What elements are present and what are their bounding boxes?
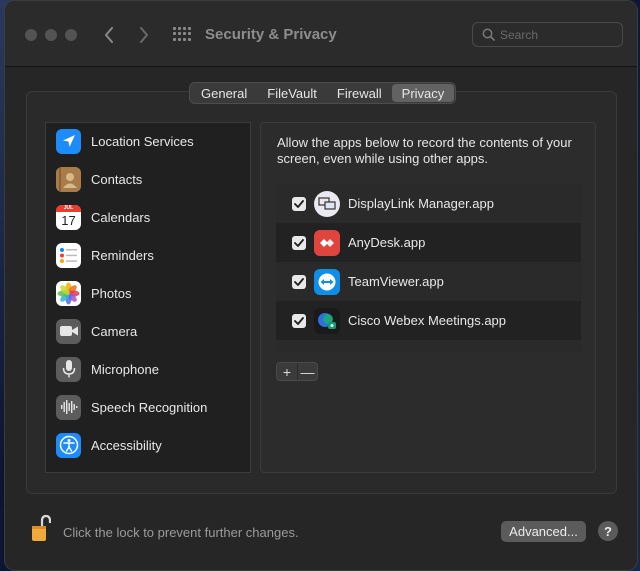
checkmark-icon [294, 199, 304, 208]
displaylink-icon [314, 190, 340, 217]
show-all-grid-icon[interactable] [173, 27, 191, 42]
titlebar: Security & Privacy [5, 1, 637, 67]
location-icon [56, 128, 81, 154]
sidebar-item-accessibility[interactable]: Accessibility [56, 429, 246, 461]
search-input[interactable] [500, 26, 618, 44]
forward-button[interactable] [133, 23, 155, 47]
screen-recording-panel: Allow the apps below to record the conte… [260, 122, 596, 473]
sidebar-item-label: Speech Recognition [91, 399, 208, 415]
checkbox-displaylink[interactable] [292, 196, 306, 211]
accessibility-icon [56, 432, 81, 458]
sidebar-item-contacts[interactable]: Contacts [56, 163, 246, 195]
search-field[interactable] [472, 22, 623, 47]
add-remove-group: + — [276, 362, 318, 381]
speech-recognition-icon [56, 394, 81, 420]
unlocked-lock-icon [32, 514, 52, 541]
tab-bar: General FileVault Firewall Privacy [189, 82, 457, 104]
add-app-button[interactable]: + [277, 363, 297, 380]
search-icon [482, 28, 495, 41]
microphone-icon [56, 356, 81, 382]
checkbox-webex[interactable] [292, 313, 306, 328]
app-name: Cisco Webex Meetings.app [348, 313, 507, 328]
remove-app-button[interactable]: — [297, 363, 317, 380]
sidebar-item-reminders[interactable]: Reminders [56, 239, 246, 271]
lock-status-text: Click the lock to prevent further change… [63, 525, 299, 540]
checkmark-icon [294, 277, 304, 286]
app-row-teamviewer: TeamViewer.app [276, 262, 581, 301]
sidebar-item-label: Accessibility [91, 437, 162, 453]
app-row-displaylink: DisplayLink Manager.app [276, 184, 581, 223]
lock-button[interactable] [31, 514, 52, 542]
app-row-anydesk: AnyDesk.app [276, 223, 581, 262]
app-row-empty [276, 340, 581, 352]
close-window-button[interactable] [25, 29, 37, 41]
calendar-day: 17 [61, 212, 76, 228]
zoom-window-button[interactable] [65, 29, 77, 41]
sidebar-item-speech-recognition[interactable]: Speech Recognition [56, 391, 246, 423]
sidebar-item-label: Location Services [91, 133, 194, 149]
minimize-window-button[interactable] [45, 29, 57, 41]
panel-description: Allow the apps below to record the conte… [277, 135, 572, 166]
app-list: DisplayLink Manager.app AnyDesk.app Team [276, 184, 581, 352]
sidebar-item-camera[interactable]: Camera [56, 315, 246, 347]
checkmark-icon [294, 238, 304, 247]
help-button[interactable]: ? [598, 521, 618, 541]
settings-window: Security & Privacy General FileVault Fir… [4, 0, 638, 571]
chevron-left-icon [105, 27, 113, 43]
app-name: DisplayLink Manager.app [348, 196, 494, 211]
sidebar-item-label: Reminders [91, 247, 154, 263]
app-name: TeamViewer.app [348, 274, 444, 289]
advanced-button[interactable]: Advanced... [501, 521, 586, 542]
anydesk-icon [314, 229, 340, 256]
webex-icon [314, 307, 340, 334]
calendar-icon: JUL 17 [56, 204, 81, 230]
sidebar-item-label: Microphone [91, 361, 159, 377]
checkbox-teamviewer[interactable] [292, 274, 306, 289]
photos-icon [56, 280, 81, 306]
app-name: AnyDesk.app [348, 235, 426, 250]
window-title: Security & Privacy [205, 26, 337, 43]
tab-general[interactable]: General [191, 84, 257, 102]
sidebar-item-photos[interactable]: Photos [56, 277, 246, 309]
tab-filevault[interactable]: FileVault [257, 84, 327, 102]
tab-firewall[interactable]: Firewall [327, 84, 392, 102]
camera-icon [56, 318, 81, 344]
checkmark-icon [294, 316, 304, 325]
checkbox-anydesk[interactable] [292, 235, 306, 250]
reminders-icon [56, 242, 81, 268]
tab-privacy[interactable]: Privacy [391, 84, 455, 102]
sidebar-item-microphone[interactable]: Microphone [56, 353, 246, 385]
sidebar-item-label: Photos [91, 285, 132, 301]
sidebar-item-label: Contacts [91, 171, 143, 187]
sidebar-item-label: Camera [91, 323, 138, 339]
teamviewer-icon [314, 268, 340, 295]
app-row-webex: Cisco Webex Meetings.app [276, 301, 581, 340]
calendar-month: JUL [56, 204, 81, 212]
sidebar-item-location-services[interactable]: Location Services [56, 125, 246, 157]
sidebar-item-calendars[interactable]: JUL 17 Calendars [56, 201, 246, 233]
privacy-category-list: Location Services Contacts JUL 17 Calend… [45, 122, 251, 473]
contacts-icon [56, 166, 81, 192]
chevron-right-icon [140, 27, 148, 43]
sidebar-item-label: Calendars [91, 209, 151, 225]
back-button[interactable] [98, 23, 120, 47]
